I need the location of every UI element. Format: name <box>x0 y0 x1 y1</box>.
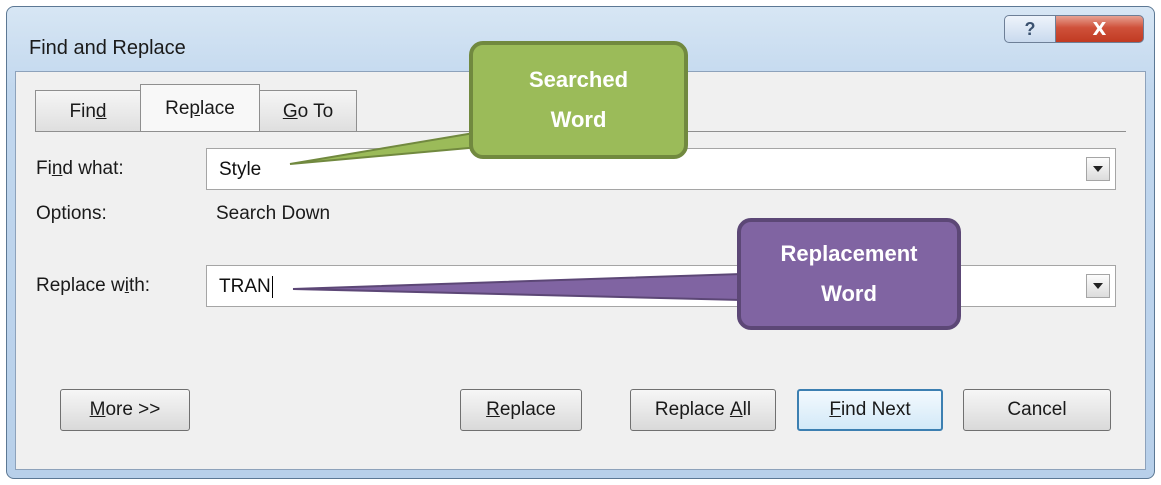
searched-word-pointer <box>289 131 482 165</box>
searched-word-callout: Searched Word <box>469 41 688 159</box>
searched-word-line1: Searched <box>528 67 629 92</box>
searched-word-line2: Word <box>550 107 607 132</box>
replacement-word-line2: Word <box>821 281 877 306</box>
replacement-word-line1: Replacement <box>780 241 918 266</box>
replacement-word-callout: Replacement Word <box>737 218 961 330</box>
replacement-word-pointer <box>292 272 742 302</box>
